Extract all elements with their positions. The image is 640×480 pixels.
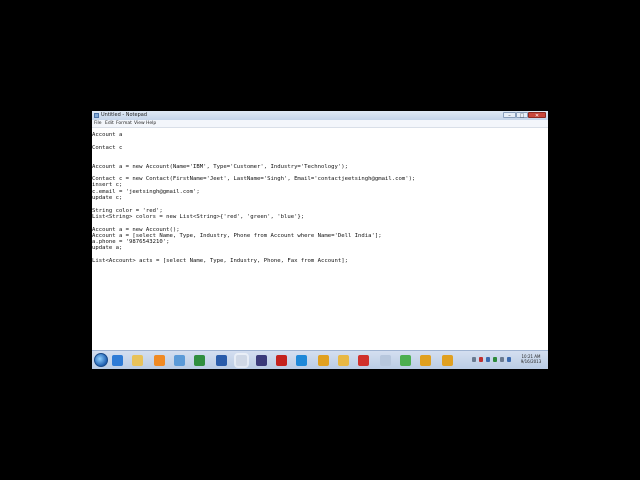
taskbar-network-icon[interactable] bbox=[174, 355, 185, 366]
notepad-icon bbox=[94, 113, 99, 118]
editor-line: Contact c bbox=[92, 144, 123, 151]
menu-edit[interactable]: Edit bbox=[105, 121, 114, 126]
start-button-icon[interactable] bbox=[94, 353, 108, 367]
tray-icon[interactable] bbox=[472, 357, 476, 362]
menu-help[interactable]: Help bbox=[146, 121, 156, 126]
editor-line: List<String> colors = new List<String>{'… bbox=[92, 213, 305, 220]
title-bar[interactable]: Untitled - Notepad – □ ✕ bbox=[92, 111, 548, 120]
taskbar-notepad-icon[interactable] bbox=[236, 355, 247, 366]
close-button[interactable]: ✕ bbox=[528, 112, 546, 119]
taskbar-app-snowflake-icon[interactable] bbox=[318, 355, 329, 366]
tray-icon[interactable] bbox=[486, 357, 490, 362]
taskbar-app-snowflake-2-icon[interactable] bbox=[420, 355, 431, 366]
editor-line: a.phone = '9876543210'; bbox=[92, 239, 170, 246]
editor-line: insert c; bbox=[92, 182, 123, 189]
editor-line: Account a = new Account(Name='IBM', Type… bbox=[92, 163, 348, 170]
taskbar-app-snowflake-3-icon[interactable] bbox=[442, 355, 453, 366]
taskbar-acrobat-icon[interactable] bbox=[276, 355, 287, 366]
taskbar-outlook-icon[interactable] bbox=[216, 355, 227, 366]
clock-date: 9/16/2013 bbox=[520, 359, 542, 364]
menu-view[interactable]: View bbox=[134, 121, 145, 126]
editor-line: update a; bbox=[92, 245, 123, 252]
maximize-button[interactable]: □ bbox=[516, 112, 528, 119]
editor-line: Account a = [select Name, Type, Industry… bbox=[92, 232, 382, 239]
taskbar-chrome-icon[interactable] bbox=[400, 355, 411, 366]
notepad-window: Untitled - Notepad – □ ✕ File Edit Forma… bbox=[92, 111, 548, 369]
taskbar-ie-2-icon[interactable] bbox=[296, 355, 307, 366]
taskbar-ie-icon[interactable] bbox=[112, 355, 123, 366]
editor-line: update c; bbox=[92, 195, 123, 201]
editor-line: Account a = new Account(); bbox=[92, 226, 180, 233]
taskbar-acrobat-2-icon[interactable] bbox=[358, 355, 369, 366]
taskbar-eclipse-icon[interactable] bbox=[256, 355, 267, 366]
menu-format[interactable]: Format bbox=[116, 121, 132, 126]
taskbar-paint-icon[interactable] bbox=[380, 355, 391, 366]
editor-line: c.email = 'jeetsingh@gmail.com'; bbox=[92, 188, 200, 195]
taskbar-explorer-icon[interactable] bbox=[132, 355, 143, 366]
editor-line: Contact c = new Contact(FirstName='Jeet'… bbox=[92, 176, 416, 183]
tray-icon[interactable] bbox=[479, 357, 483, 362]
tray-icon[interactable] bbox=[500, 357, 504, 362]
editor-line: String color = 'red'; bbox=[92, 207, 163, 214]
minimize-button[interactable]: – bbox=[503, 112, 516, 119]
editor-line: List<Account> acts = [select Name, Type,… bbox=[92, 258, 348, 264]
tray-icon[interactable] bbox=[507, 357, 511, 362]
text-editor[interactable]: Account a Contact c Account a = new Accoun… bbox=[92, 128, 548, 350]
menu-bar: File Edit Format View Help bbox=[92, 120, 548, 128]
taskbar-media-player-icon[interactable] bbox=[154, 355, 165, 366]
taskbar-excel-icon[interactable] bbox=[194, 355, 205, 366]
taskbar-folder-icon[interactable] bbox=[338, 355, 349, 366]
window-title: Untitled - Notepad bbox=[101, 112, 148, 118]
menu-file[interactable]: File bbox=[94, 121, 102, 126]
tray-icon[interactable] bbox=[493, 357, 497, 362]
editor-line: Account a bbox=[92, 132, 123, 138]
system-tray bbox=[470, 355, 514, 365]
clock[interactable]: 10:21 AM 9/16/2013 bbox=[516, 354, 546, 364]
taskbar: 10:21 AM 9/16/2013 bbox=[92, 350, 548, 369]
